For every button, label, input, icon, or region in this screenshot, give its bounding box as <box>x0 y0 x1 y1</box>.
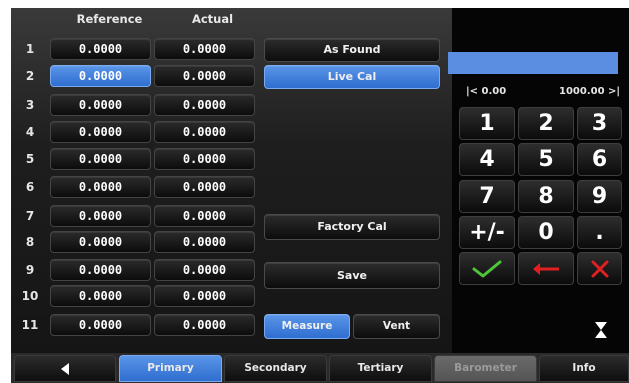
row-number: 4 <box>25 125 35 139</box>
factory-cal-button[interactable]: Factory Cal <box>264 214 440 240</box>
tab-secondary[interactable]: Secondary <box>224 355 327 382</box>
row-number: 8 <box>25 235 35 249</box>
reference-cell[interactable]: 0.0000 <box>50 231 151 253</box>
actual-cell[interactable]: 0.0000 <box>154 259 255 281</box>
reference-cell[interactable]: 0.0000 <box>50 205 151 227</box>
actual-cell[interactable]: 0.0000 <box>154 148 255 170</box>
reference-header: Reference <box>76 12 143 26</box>
row-number: 3 <box>25 98 35 112</box>
reference-cell[interactable]: 0.0000 <box>50 285 151 307</box>
actual-cell[interactable]: 0.0000 <box>154 176 255 198</box>
reference-cell[interactable]: 0.0000 <box>50 259 151 281</box>
back-arrow-icon <box>61 363 69 375</box>
actual-cell[interactable]: 0.0000 <box>154 94 255 116</box>
row-number: 10 <box>21 289 39 303</box>
reference-cell[interactable]: 0.0000 <box>50 176 151 198</box>
key-1[interactable]: 1 <box>459 107 515 140</box>
check-icon <box>472 260 502 278</box>
save-button[interactable]: Save <box>264 262 440 289</box>
row-number: 5 <box>25 152 35 166</box>
backspace-button[interactable] <box>518 252 574 285</box>
key-4[interactable]: 4 <box>459 143 515 176</box>
live-cal-button[interactable]: Live Cal <box>264 65 440 89</box>
reference-cell[interactable]: 0.0000 <box>50 38 151 60</box>
row-number: 7 <box>25 209 35 223</box>
tab-tertiary[interactable]: Tertiary <box>329 355 432 382</box>
measure-button[interactable]: Measure <box>264 314 350 339</box>
key-5[interactable]: 5 <box>518 143 574 176</box>
vent-button[interactable]: Vent <box>353 314 440 339</box>
bottom-nav: Primary Secondary Tertiary Barometer Inf… <box>11 353 629 383</box>
key-8[interactable]: 8 <box>518 180 574 213</box>
left-arrow-icon <box>533 263 559 275</box>
actual-cell[interactable]: 0.0000 <box>154 231 255 253</box>
row-number: 2 <box>25 69 35 83</box>
reference-cell[interactable]: 0.0000 <box>50 121 151 143</box>
actual-cell[interactable]: 0.0000 <box>154 205 255 227</box>
actual-cell[interactable]: 0.0000 <box>154 121 255 143</box>
reference-cell[interactable]: 0.0000 <box>50 148 151 170</box>
key-plus-minus[interactable]: +/- <box>459 216 515 249</box>
row-number: 11 <box>21 318 39 332</box>
range-min-label: |< 0.00 <box>466 86 507 97</box>
range-max-label: 1000.00 >| <box>559 86 621 97</box>
actual-cell[interactable]: 0.0000 <box>154 38 255 60</box>
actual-cell[interactable]: 0.0000 <box>154 314 255 336</box>
key-decimal[interactable]: . <box>577 216 622 249</box>
scroll-down-icon[interactable] <box>595 322 607 338</box>
actual-cell[interactable]: 0.0000 <box>154 65 255 87</box>
calibration-panel: Reference Actual 1 0.0000 0.0000 2 0.0000 0.0… <box>11 8 452 353</box>
entry-display <box>448 52 618 74</box>
key-0[interactable]: 0 <box>518 216 574 249</box>
tab-barometer[interactable]: Barometer <box>434 355 537 382</box>
as-found-button[interactable]: As Found <box>264 38 440 62</box>
row-number: 1 <box>25 42 35 56</box>
key-9[interactable]: 9 <box>577 180 622 213</box>
enter-button[interactable] <box>459 252 515 285</box>
reference-cell[interactable]: 0.0000 <box>50 314 151 336</box>
row-number: 6 <box>25 180 35 194</box>
tab-primary[interactable]: Primary <box>119 355 222 382</box>
x-icon <box>591 260 608 278</box>
clear-button[interactable] <box>577 252 622 285</box>
reference-cell[interactable]: 0.0000 <box>50 65 151 87</box>
back-button[interactable] <box>14 355 116 382</box>
reference-cell[interactable]: 0.0000 <box>50 94 151 116</box>
tab-info[interactable]: Info <box>539 355 629 382</box>
key-2[interactable]: 2 <box>518 107 574 140</box>
key-6[interactable]: 6 <box>577 143 622 176</box>
key-7[interactable]: 7 <box>459 180 515 213</box>
key-3[interactable]: 3 <box>577 107 622 140</box>
actual-cell[interactable]: 0.0000 <box>154 285 255 307</box>
row-number: 9 <box>25 263 35 277</box>
actual-header: Actual <box>191 12 234 26</box>
